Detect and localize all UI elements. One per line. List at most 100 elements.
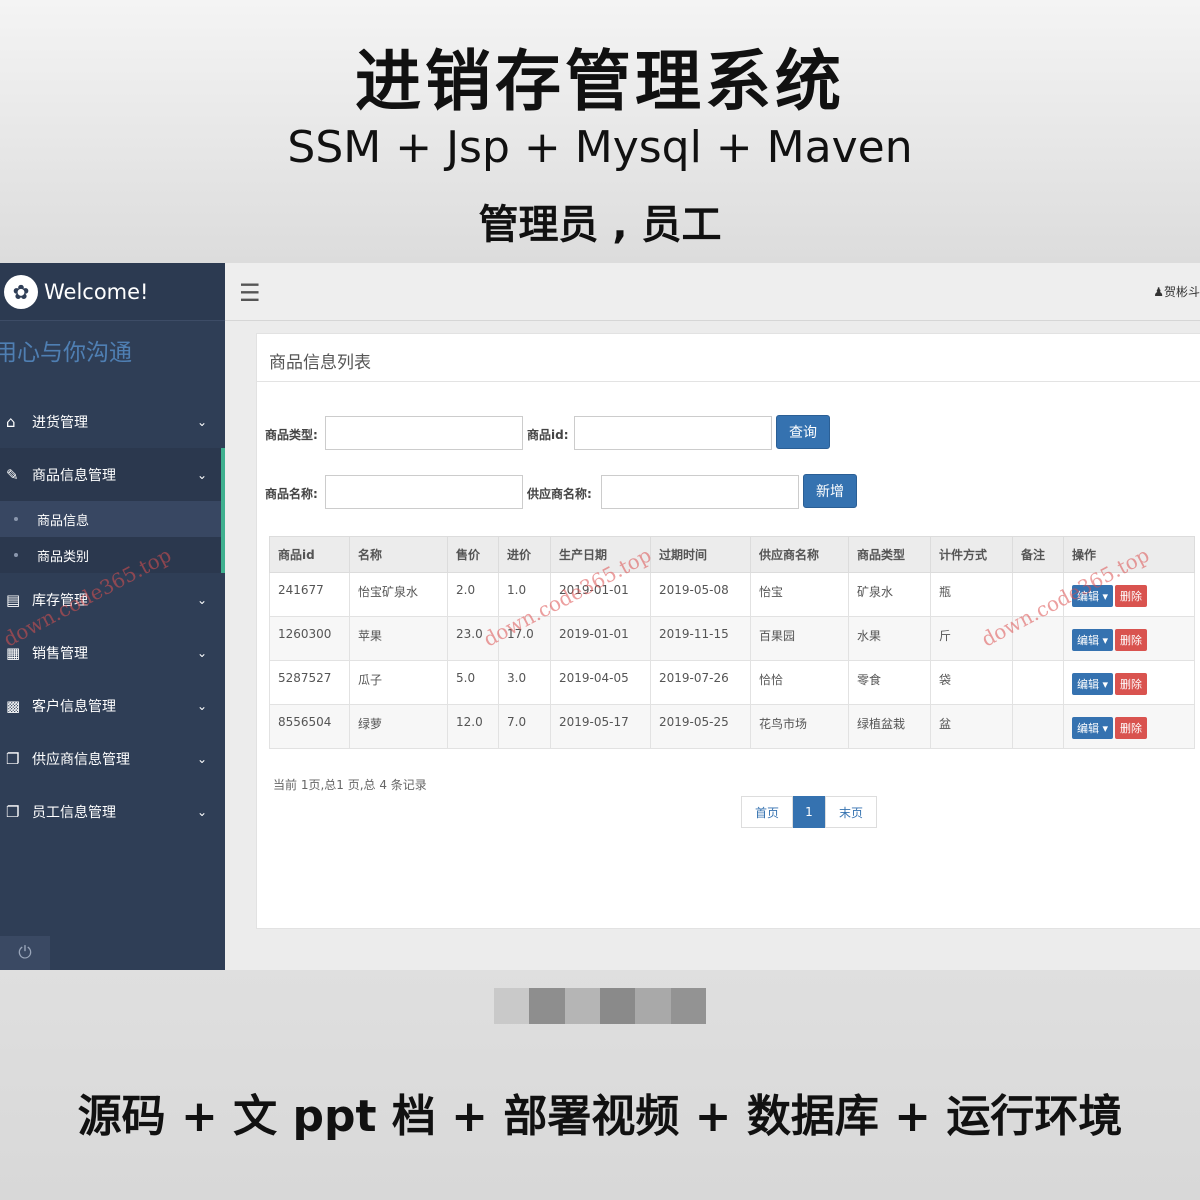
delete-button[interactable]: 删除: [1115, 717, 1148, 739]
column-header[interactable]: 商品类型: [848, 536, 931, 573]
cell-cost: 7.0: [498, 704, 551, 749]
edit-button[interactable]: 编辑 ▾: [1072, 717, 1114, 739]
delete-button[interactable]: 删除: [1115, 673, 1148, 695]
user-icon: ♟: [1153, 285, 1164, 299]
sidebar-item-purchase[interactable]: ⌂ 进货管理 ⌄: [0, 395, 225, 448]
sidebar-item-customers[interactable]: ▩ 客户信息管理 ⌄: [0, 679, 225, 732]
sidebar-item-suppliers[interactable]: ❐ 供应商信息管理 ⌄: [0, 732, 225, 785]
edit-label: 编辑: [1077, 678, 1099, 691]
cell-actions: 编辑 ▾ 删除: [1063, 616, 1195, 661]
cell-expiry-date: 2019-11-15: [650, 616, 751, 661]
column-header[interactable]: 商品id: [269, 536, 350, 573]
cell-actions: 编辑 ▾ 删除: [1063, 660, 1195, 705]
cell-id: 1260300: [269, 616, 350, 661]
copy-icon: ❐: [6, 802, 20, 821]
cell-expiry-date: 2019-05-08: [650, 572, 751, 617]
chevron-down-icon: ⌄: [196, 804, 207, 819]
cell-note: [1012, 660, 1064, 705]
cell-type: 绿植盆栽: [848, 704, 931, 749]
edit-button[interactable]: 编辑 ▾: [1072, 673, 1114, 695]
chevron-down-icon: ⌄: [196, 592, 207, 607]
cell-expiry-date: 2019-05-25: [650, 704, 751, 749]
column-header[interactable]: 进价: [498, 536, 551, 573]
column-header[interactable]: 备注: [1012, 536, 1064, 573]
cell-cost: 3.0: [498, 660, 551, 705]
caret-down-icon: ▾: [1102, 590, 1109, 603]
cell-type: 矿泉水: [848, 572, 931, 617]
promo-deliverables: 源码 + 文 ppt 档 + 部署视频 + 数据库 + 运行环境: [77, 1091, 1123, 1142]
table-row: 1260300 苹果 23.0 17.0 2019-01-01 2019-11-…: [269, 616, 1195, 661]
add-button[interactable]: 新增: [803, 474, 857, 508]
cell-unit: 袋: [930, 660, 1013, 705]
promo-title: 进销存管理系统: [355, 43, 845, 120]
table-header-row: 商品id 名称 售价 进价 生产日期 过期时间 供应商名称 商品类型 计件方式 …: [269, 536, 1195, 573]
sidebar-submenu: 商品信息 商品类别: [0, 501, 225, 573]
edit-button[interactable]: 编辑 ▾: [1072, 629, 1114, 651]
cell-name: 绿萝: [349, 704, 448, 749]
cell-supplier: 百果园: [750, 616, 849, 661]
cell-production-date: 2019-05-17: [550, 704, 651, 749]
sidebar-subitem-goods-info[interactable]: 商品信息: [0, 501, 225, 537]
cell-supplier: 恰恰: [750, 660, 849, 705]
sidebar-item-label: 进货管理: [32, 414, 88, 431]
goods-id-input[interactable]: [574, 416, 772, 450]
cell-id: 8556504: [269, 704, 350, 749]
chevron-down-icon: ⌄: [196, 414, 207, 429]
chevron-down-icon: ⌄: [196, 751, 207, 766]
bar-chart-icon: ▩: [6, 696, 21, 715]
goods-name-label: 商品名称:: [265, 487, 318, 501]
sidebar-subitem-goods-category[interactable]: 商品类别: [0, 537, 225, 573]
sidebar-item-label: 商品信息管理: [32, 467, 116, 484]
column-header[interactable]: 计件方式: [930, 536, 1013, 573]
cell-supplier: 花鸟市场: [750, 704, 849, 749]
current-user[interactable]: ♟贺彬斗: [1153, 283, 1200, 300]
cell-id: 241677: [269, 572, 350, 617]
goods-id-label: 商品id:: [527, 428, 569, 442]
cell-price: 12.0: [447, 704, 499, 749]
supplier-name-label: 供应商名称:: [527, 487, 592, 501]
cell-expiry-date: 2019-07-26: [650, 660, 751, 705]
page-info: 当前 1页,总1 页,总 4 条记录: [273, 778, 427, 792]
cell-production-date: 2019-01-01: [550, 616, 651, 661]
pager-first[interactable]: 首页: [741, 796, 793, 828]
delete-button[interactable]: 删除: [1115, 629, 1148, 651]
panel-title: 商品信息列表: [257, 334, 1200, 382]
cell-name: 苹果: [349, 616, 448, 661]
sidebar-item-employees[interactable]: ❐ 员工信息管理 ⌄: [0, 785, 225, 838]
goods-name-input[interactable]: [325, 475, 523, 509]
caret-down-icon: ▾: [1102, 634, 1109, 647]
sidebar-motto: 用心与你沟通: [0, 340, 132, 366]
cell-actions: 编辑 ▾ 删除: [1063, 704, 1195, 749]
sidebar-item-label: 供应商信息管理: [32, 751, 130, 768]
blurred-logo: [494, 988, 706, 1024]
edit-label: 编辑: [1077, 634, 1099, 647]
cell-unit: 瓶: [930, 572, 1013, 617]
sidebar-item-goods[interactable]: ✎ 商品信息管理 ⌄: [0, 448, 225, 501]
delete-button[interactable]: 删除: [1115, 585, 1148, 607]
query-button[interactable]: 查询: [776, 415, 830, 449]
chevron-down-icon: ⌄: [196, 645, 207, 660]
goods-list-panel: 商品信息列表 商品类型: 商品id: 查询 商品名称: 供应商名称: 新增 商品…: [256, 333, 1200, 929]
filter-row-1: 商品类型: 商品id: 查询: [265, 415, 1200, 450]
column-header[interactable]: 供应商名称: [750, 536, 849, 573]
cell-type: 零食: [848, 660, 931, 705]
goods-type-input[interactable]: [325, 416, 523, 450]
pager-current[interactable]: 1: [793, 796, 825, 828]
home-icon: ⌂: [6, 412, 16, 431]
cell-supplier: 怡宝: [750, 572, 849, 617]
column-header[interactable]: 售价: [447, 536, 499, 573]
menu-toggle-icon[interactable]: ☰: [239, 279, 261, 307]
power-icon[interactable]: ⏻: [0, 936, 50, 970]
filter-row-2: 商品名称: 供应商名称: 新增: [265, 474, 1200, 509]
promo-tech-stack: SSM + Jsp + Mysql + Maven: [287, 122, 913, 173]
column-header[interactable]: 过期时间: [650, 536, 751, 573]
pager-last[interactable]: 末页: [825, 796, 877, 828]
cell-note: [1012, 704, 1064, 749]
cell-type: 水果: [848, 616, 931, 661]
paw-icon: ✿: [4, 274, 38, 309]
column-header[interactable]: 名称: [349, 536, 448, 573]
table-row: 8556504 绿萝 12.0 7.0 2019-05-17 2019-05-2…: [269, 704, 1195, 749]
supplier-name-input[interactable]: [601, 475, 799, 509]
cell-name: 瓜子: [349, 660, 448, 705]
monitor-icon: ▤: [6, 590, 21, 609]
